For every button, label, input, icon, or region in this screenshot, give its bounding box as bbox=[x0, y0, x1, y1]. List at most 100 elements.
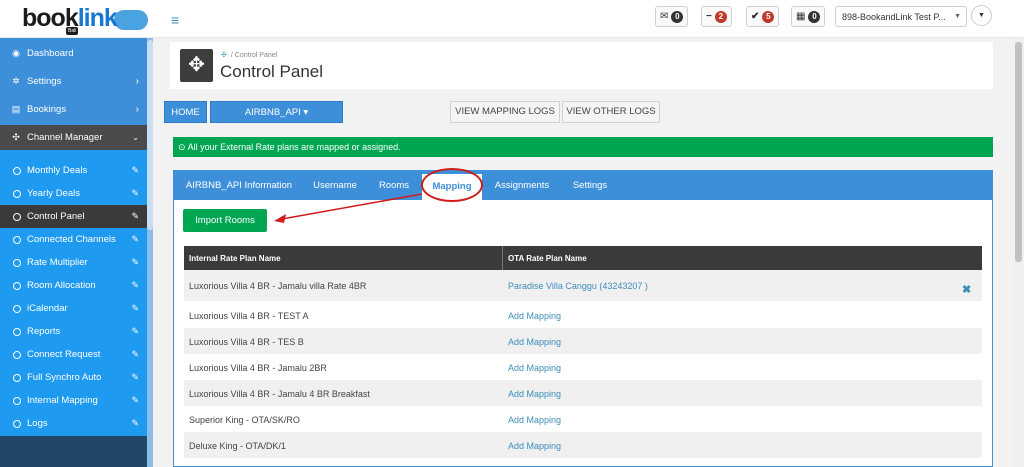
circle-icon bbox=[13, 235, 21, 244]
move-arrows-icon: ✥ bbox=[180, 49, 213, 82]
add-mapping-link[interactable]: Add Mapping bbox=[508, 389, 561, 399]
success-alert: ⊙ All your External Rate plans are mappe… bbox=[173, 137, 993, 157]
sidebar-item-reports[interactable]: Reports ✎ bbox=[0, 320, 147, 343]
messages-count: 0 bbox=[671, 10, 684, 23]
caret-down-icon: ▼ bbox=[954, 13, 961, 20]
sidebar-item-full-synchro-auto[interactable]: Full Synchro Auto ✎ bbox=[0, 366, 147, 389]
sidebar-item-yearly-deals[interactable]: Yearly Deals ✎ bbox=[0, 182, 147, 205]
arrows-icon: ✣ bbox=[12, 132, 20, 142]
tab-assignments[interactable]: Assignments bbox=[486, 170, 558, 200]
sidebar-item-icalendar[interactable]: iCalendar ✎ bbox=[0, 297, 147, 320]
add-mapping-link[interactable]: Add Mapping bbox=[508, 415, 561, 425]
breadcrumb: ✣ / Control Panel bbox=[221, 52, 278, 59]
add-mapping-link[interactable]: Add Mapping bbox=[508, 337, 561, 347]
table-row: Deluxe King - OTA/DK/1 Add Mapping bbox=[184, 432, 982, 458]
table-row: Superior King - OTA/SK/RO Add Mapping bbox=[189, 415, 562, 425]
sidebar-item-logs[interactable]: Logs ✎ bbox=[0, 412, 147, 435]
messages-button[interactable]: ✉ 0 bbox=[655, 6, 689, 27]
circle-icon bbox=[13, 166, 21, 175]
circle-icon bbox=[13, 212, 21, 221]
menu-toggle-icon[interactable]: ≡ bbox=[171, 12, 179, 28]
arrow-annotation bbox=[274, 193, 423, 223]
arrows-icon: ✣ bbox=[221, 52, 227, 59]
highlight-circle-annotation bbox=[421, 168, 483, 202]
sidebar-item-dashboard[interactable]: ◉ Dashboard bbox=[0, 42, 147, 65]
table-header: Internal Rate Plan Name OTA Rate Plan Na… bbox=[184, 246, 982, 270]
sidebar-item-connect-request[interactable]: Connect Request ✎ bbox=[0, 343, 147, 366]
table-row: Luxorious Villa 4 BR - Jamalu 4 BR Break… bbox=[184, 380, 982, 406]
sidebar-item-settings[interactable]: ✲ Settings › bbox=[0, 70, 147, 93]
table-row: Luxorious Villa 4 BR - Jamalu villa Rate… bbox=[184, 270, 982, 301]
circle-icon bbox=[13, 304, 21, 313]
table-row: Luxorious Villa 4 BR - Jamalu 2BR Add Ma… bbox=[189, 363, 562, 373]
edit-icon: ✎ bbox=[131, 257, 139, 267]
import-rooms-button[interactable]: Import Rooms bbox=[183, 209, 267, 232]
circle-icon bbox=[13, 281, 21, 290]
circle-icon bbox=[13, 373, 21, 382]
calendar-count: 0 bbox=[808, 10, 821, 23]
edit-icon: ✎ bbox=[131, 349, 139, 359]
sidebar-item-internal-mapping[interactable]: Internal Mapping ✎ bbox=[0, 389, 147, 412]
sidebar-item-channel-manager[interactable]: ✣ Channel Manager ⌄ bbox=[0, 125, 147, 150]
remove-mapping-icon[interactable]: ✖ bbox=[962, 283, 971, 296]
sidebar-item-rate-multiplier[interactable]: Rate Multiplier ✎ bbox=[0, 251, 147, 274]
pending-count: 2 bbox=[714, 10, 727, 23]
page-scrollbar[interactable] bbox=[1013, 38, 1024, 467]
edit-icon: ✎ bbox=[131, 234, 139, 244]
circle-icon bbox=[13, 396, 21, 405]
home-button[interactable]: HOME bbox=[164, 101, 207, 123]
edit-icon: ✎ bbox=[131, 418, 139, 428]
check-circle-icon: ⊙ bbox=[178, 142, 186, 152]
sidebar-item-control-panel[interactable]: Control Panel ✎ bbox=[0, 205, 147, 228]
envelope-icon: ✉ bbox=[660, 11, 669, 22]
channel-dropdown-button[interactable]: AIRBNB_API ▾ bbox=[210, 101, 343, 123]
add-mapping-link[interactable]: Add Mapping bbox=[508, 441, 561, 451]
dashboard-icon: ◉ bbox=[12, 48, 20, 58]
edit-icon: ✎ bbox=[131, 395, 139, 405]
minus-icon: − bbox=[706, 11, 712, 22]
property-select[interactable]: 898-BookandLink Test P... ▼ bbox=[835, 6, 967, 27]
edit-icon: ✎ bbox=[131, 188, 139, 198]
circle-icon bbox=[13, 258, 21, 267]
table-row: Luxorious Villa 4 BR - TEST A Add Mappin… bbox=[189, 311, 562, 321]
view-mapping-logs-button[interactable]: VIEW MAPPING LOGS bbox=[450, 101, 560, 123]
sidebar-footer bbox=[0, 436, 147, 467]
confirmed-button[interactable]: ✔ 5 bbox=[746, 6, 780, 27]
page-scroll-thumb[interactable] bbox=[1015, 42, 1022, 262]
circle-icon bbox=[13, 350, 21, 359]
cloud-icon bbox=[114, 10, 148, 30]
tab-settings[interactable]: Settings bbox=[562, 170, 618, 200]
view-other-logs-button[interactable]: VIEW OTHER LOGS bbox=[562, 101, 660, 123]
check-icon: ✔ bbox=[751, 11, 760, 22]
sidebar-item-monthly-deals[interactable]: Monthly Deals ✎ bbox=[0, 159, 147, 182]
ota-rate-plan-link[interactable]: Paradise Villa Canggu (43243207 ) bbox=[508, 281, 648, 291]
sidebar-item-connected-channels[interactable]: Connected Channels ✎ bbox=[0, 228, 147, 251]
circle-icon bbox=[13, 189, 21, 198]
caret-down-icon: ▼ bbox=[978, 12, 985, 19]
booklink-logo[interactable]: booklink Bali bbox=[22, 4, 152, 35]
edit-icon: ✎ bbox=[131, 211, 139, 221]
sidebar-item-bookings[interactable]: ▤ Bookings › bbox=[0, 98, 147, 121]
page-title: Control Panel bbox=[220, 62, 324, 81]
user-menu-button[interactable]: ▼ bbox=[971, 5, 992, 26]
confirmed-count: 5 bbox=[762, 10, 775, 23]
sidebar-item-room-allocation[interactable]: Room Allocation ✎ bbox=[0, 274, 147, 297]
edit-icon: ✎ bbox=[131, 372, 139, 382]
edit-icon: ✎ bbox=[131, 280, 139, 290]
chevron-right-icon: › bbox=[135, 76, 139, 87]
bookings-icon: ▤ bbox=[11, 104, 21, 114]
table-row: Luxorious Villa 4 BR - TES B Add Mapping bbox=[184, 328, 982, 354]
chevron-down-icon: ⌄ bbox=[132, 133, 139, 142]
circle-icon bbox=[13, 419, 21, 428]
calendar-button[interactable]: ▦ 0 bbox=[791, 6, 826, 27]
add-mapping-link[interactable]: Add Mapping bbox=[508, 311, 561, 321]
calendar-icon: ▦ bbox=[796, 11, 806, 22]
add-mapping-link[interactable]: Add Mapping bbox=[508, 363, 561, 373]
edit-icon: ✎ bbox=[131, 303, 139, 313]
edit-icon: ✎ bbox=[131, 165, 139, 175]
edit-icon: ✎ bbox=[131, 326, 139, 336]
circle-icon bbox=[13, 327, 21, 336]
chevron-right-icon: › bbox=[135, 104, 139, 115]
pending-button[interactable]: − 2 bbox=[701, 6, 732, 27]
gear-icon: ✲ bbox=[12, 76, 20, 86]
